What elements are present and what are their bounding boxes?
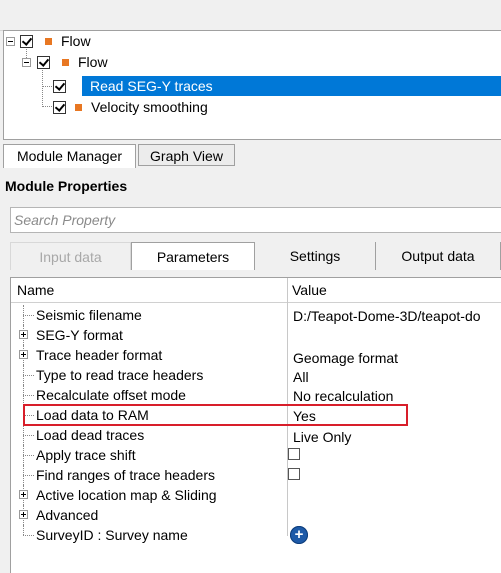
property-name: Trace header format bbox=[36, 347, 163, 363]
property-name: SurveyID : Survey name bbox=[36, 527, 188, 543]
search-property-box[interactable] bbox=[10, 207, 501, 233]
collapse-toggle-icon[interactable] bbox=[6, 36, 15, 46]
property-name: Recalculate offset mode bbox=[36, 387, 186, 403]
tree-connector-line bbox=[42, 86, 52, 87]
checkbox-checked-icon[interactable] bbox=[37, 55, 50, 69]
checkbox-checked-icon[interactable] bbox=[53, 79, 66, 93]
property-name: SEG-Y format bbox=[36, 327, 123, 343]
property-value[interactable]: All bbox=[293, 366, 309, 386]
tree-item-label: Flow bbox=[78, 54, 108, 70]
flow-tree-panel[interactable]: Flow Flow ✓ Read SEG-Y traces Velocity s… bbox=[3, 30, 501, 140]
search-property-input[interactable] bbox=[11, 208, 494, 232]
property-row-load-dead-traces[interactable]: Load dead traces Live Only bbox=[11, 425, 501, 445]
tab-parameters[interactable]: Parameters bbox=[131, 242, 255, 270]
property-row-find-ranges[interactable]: Find ranges of trace headers bbox=[11, 465, 501, 485]
property-row-seismic-filename[interactable]: Seismic filename D:/Teapot-Dome-3D/teapo… bbox=[11, 305, 501, 325]
flow-square-icon bbox=[45, 37, 52, 45]
add-survey-button[interactable]: + bbox=[290, 526, 308, 544]
property-grid-header: Name Value bbox=[11, 278, 501, 303]
tab-graph-view[interactable]: Graph View bbox=[138, 144, 235, 166]
tree-item-label: Flow bbox=[61, 33, 91, 49]
expand-plus-icon[interactable] bbox=[19, 330, 28, 339]
property-row-advanced[interactable]: Advanced bbox=[11, 505, 501, 525]
checkbox-checked-icon[interactable] bbox=[53, 100, 66, 114]
property-value[interactable]: No recalculation bbox=[293, 385, 393, 405]
tab-settings[interactable]: Settings bbox=[255, 242, 376, 270]
property-name: Type to read trace headers bbox=[36, 367, 204, 383]
column-header-name[interactable]: Name bbox=[17, 278, 54, 302]
flow-square-icon bbox=[75, 103, 82, 111]
top-toolbar-strip bbox=[0, 0, 501, 31]
tree-item-velocity-smoothing[interactable]: Velocity smoothing bbox=[53, 97, 208, 117]
tab-input-data: Input data bbox=[10, 242, 131, 270]
property-row-type-to-read[interactable]: Type to read trace headers All bbox=[11, 365, 501, 385]
tab-output-data[interactable]: Output data bbox=[376, 242, 501, 270]
tree-item-flow-child[interactable]: Flow bbox=[22, 52, 108, 72]
property-row-active-location-map[interactable]: Active location map & Sliding bbox=[11, 485, 501, 505]
property-name: Seismic filename bbox=[36, 307, 142, 323]
tree-item-label: Read SEG-Y traces bbox=[90, 78, 213, 94]
property-row-segy-format[interactable]: SEG-Y format bbox=[11, 325, 501, 345]
property-value[interactable]: Live Only bbox=[293, 426, 351, 446]
property-name: Active location map & Sliding bbox=[36, 487, 217, 503]
tree-connector-line bbox=[42, 106, 52, 107]
property-name: Advanced bbox=[36, 507, 99, 523]
property-name: Load dead traces bbox=[36, 427, 145, 443]
property-row-trace-header-format[interactable]: Trace header format Geomage format bbox=[11, 345, 501, 367]
find-ranges-checkbox[interactable] bbox=[288, 468, 300, 480]
property-value[interactable]: D:/Teapot-Dome-3D/teapot-do bbox=[293, 305, 481, 325]
collapse-toggle-icon[interactable] bbox=[22, 57, 31, 67]
tree-connector-line bbox=[42, 67, 43, 107]
property-row-apply-trace-shift[interactable]: Apply trace shift bbox=[11, 445, 501, 465]
checkbox-checked-icon[interactable] bbox=[20, 34, 33, 48]
property-row-recalculate-offset[interactable]: Recalculate offset mode No recalculation bbox=[11, 385, 501, 405]
tab-module-manager[interactable]: Module Manager bbox=[3, 144, 136, 168]
tree-item-read-segy[interactable]: ✓ Read SEG-Y traces bbox=[53, 76, 213, 96]
expand-plus-icon[interactable] bbox=[19, 510, 28, 519]
property-name: Find ranges of trace headers bbox=[36, 467, 215, 483]
expand-plus-icon[interactable] bbox=[19, 490, 28, 499]
property-row-survey-id[interactable]: SurveyID : Survey name + bbox=[11, 525, 501, 545]
property-value[interactable]: Geomage format bbox=[293, 347, 398, 367]
expand-plus-icon[interactable] bbox=[19, 350, 28, 359]
tree-item-label: Velocity smoothing bbox=[91, 99, 208, 115]
tree-item-flow-root[interactable]: Flow bbox=[6, 31, 91, 51]
apply-trace-shift-checkbox[interactable] bbox=[288, 448, 300, 460]
highlight-annotation-box bbox=[23, 404, 408, 426]
property-name: Apply trace shift bbox=[36, 447, 136, 463]
checkmark-icon: ✓ bbox=[72, 78, 83, 93]
column-header-value[interactable]: Value bbox=[292, 278, 327, 302]
module-properties-title: Module Properties bbox=[5, 178, 128, 194]
flow-square-icon bbox=[62, 58, 69, 66]
